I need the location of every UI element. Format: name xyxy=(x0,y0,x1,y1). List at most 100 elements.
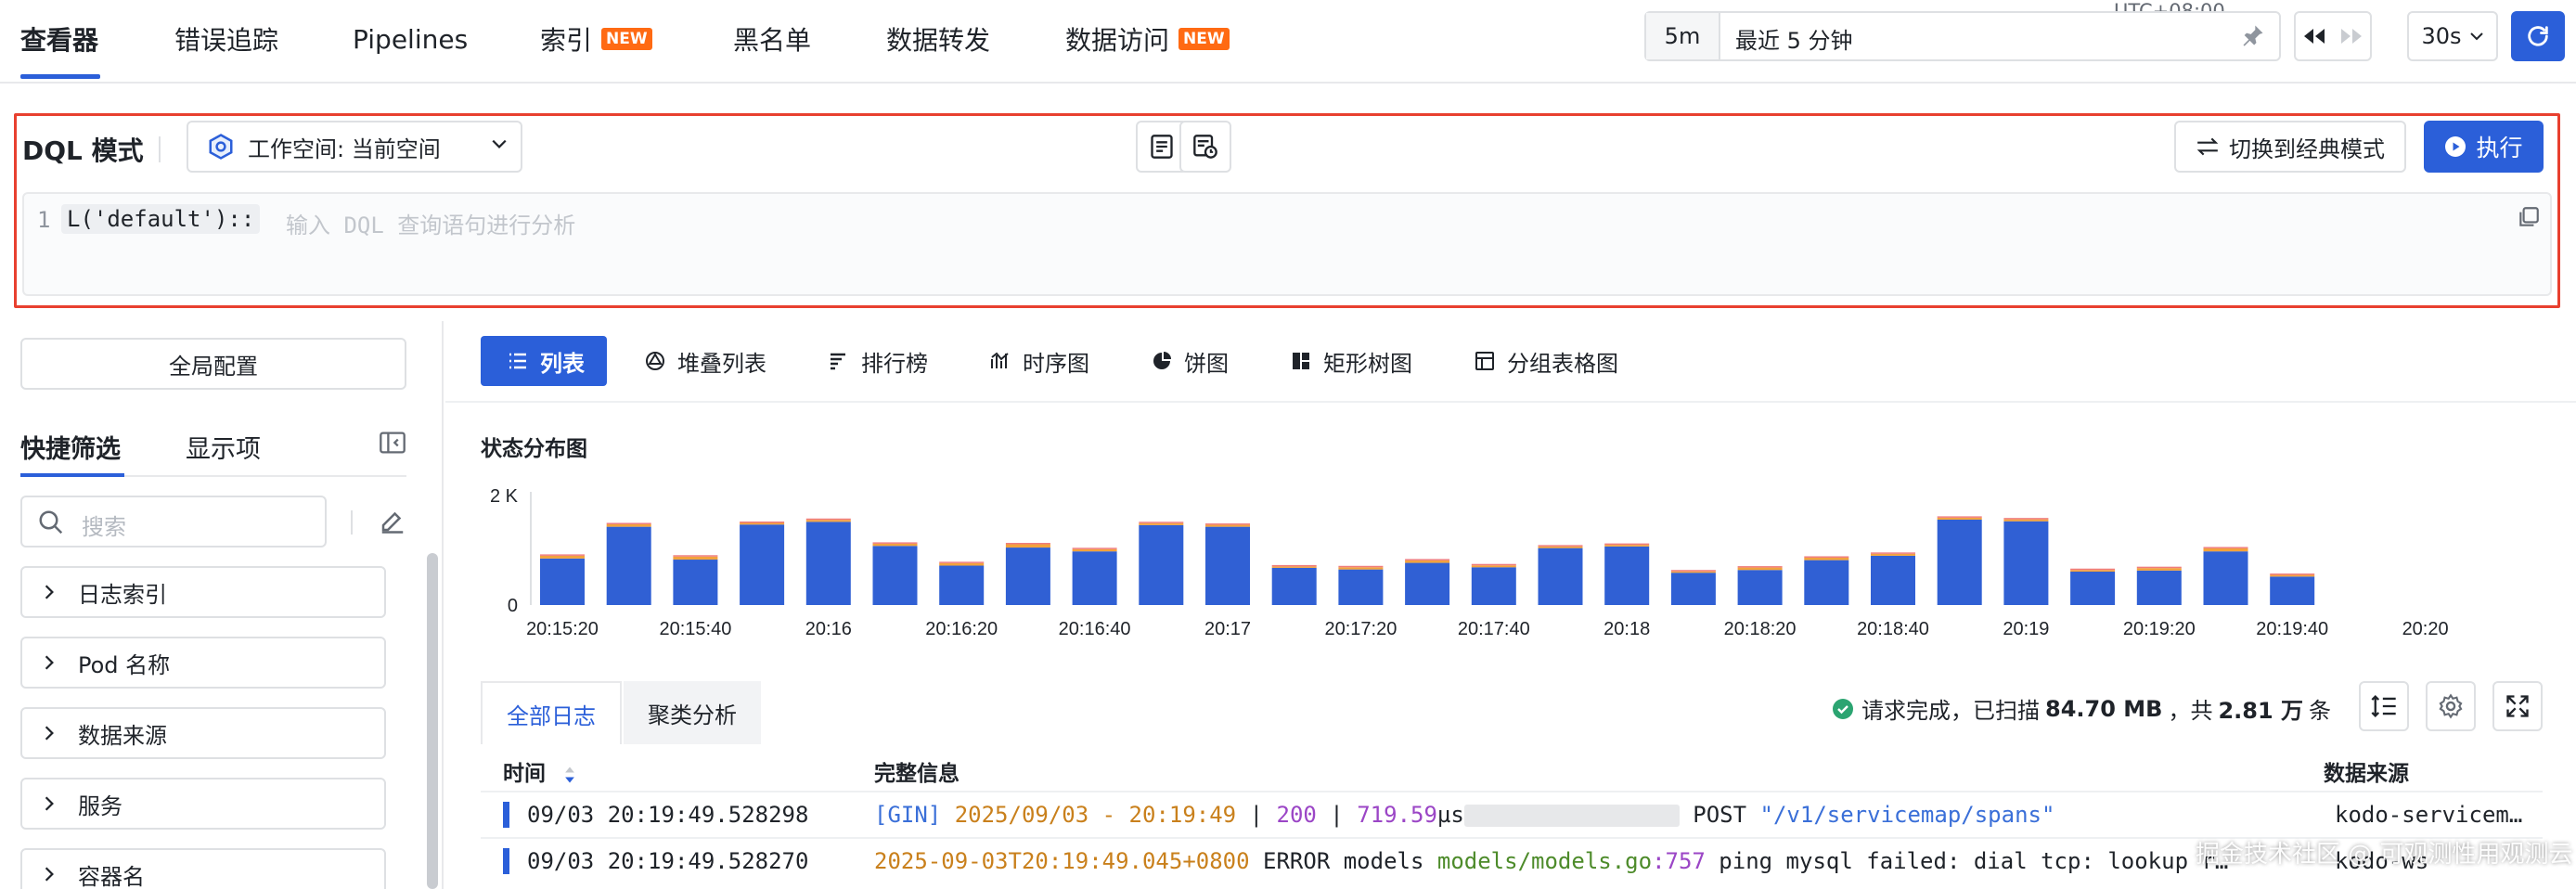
bar-info[interactable] xyxy=(740,524,785,605)
bar-info[interactable] xyxy=(2270,576,2315,605)
tab-display-fields[interactable]: 显示项 xyxy=(186,429,261,465)
time-range-picker[interactable]: 5m 最近 5 分钟 xyxy=(1644,11,2281,61)
bar-warning[interactable] xyxy=(606,523,651,527)
view-tab-rank[interactable]: 排行榜 xyxy=(828,336,928,386)
bar-warning[interactable] xyxy=(1471,565,1516,568)
col-header-time[interactable]: 时间 xyxy=(503,755,577,787)
time-range-text[interactable]: 最近 5 分钟 xyxy=(1735,22,1853,55)
bar-error[interactable] xyxy=(1604,543,1650,546)
bar-info[interactable] xyxy=(1271,567,1317,605)
bar-info[interactable] xyxy=(1072,551,1117,605)
facet-item[interactable]: 数据来源 xyxy=(20,707,386,759)
time-short-button[interactable]: 5m xyxy=(1646,13,1720,59)
bar-info[interactable] xyxy=(1871,555,1915,605)
bar-warning[interactable] xyxy=(673,556,718,560)
bar-info[interactable] xyxy=(2136,570,2182,605)
bar-warning[interactable] xyxy=(1604,545,1650,547)
bar-info[interactable] xyxy=(1471,567,1516,605)
bar-info[interactable] xyxy=(606,526,651,605)
bar-warning[interactable] xyxy=(2270,574,2315,577)
bar-error[interactable] xyxy=(1005,543,1050,545)
status-distribution-chart[interactable]: 2 K 0 20:15:20 20:15:40 20:16 20:16:20 20:16:4… xyxy=(464,473,2543,650)
bar-warning[interactable] xyxy=(2070,570,2116,573)
rewind-icon[interactable] xyxy=(2302,27,2326,45)
bar-warning[interactable] xyxy=(540,555,585,559)
bar-error[interactable] xyxy=(606,522,651,524)
bar-info[interactable] xyxy=(1670,573,1716,605)
col-header-source[interactable]: 数据来源 xyxy=(2324,755,2409,787)
bar-error[interactable] xyxy=(939,561,985,563)
bar-info[interactable] xyxy=(1139,524,1184,605)
settings-button[interactable] xyxy=(2426,681,2476,731)
bar-error[interactable] xyxy=(740,522,785,523)
bar-warning[interactable] xyxy=(872,543,918,547)
bar-warning[interactable] xyxy=(939,562,985,566)
tab-pipelines[interactable]: Pipelines xyxy=(353,20,468,58)
copy-icon[interactable] xyxy=(2517,205,2541,229)
bar-error[interactable] xyxy=(1405,559,1450,560)
bar-error[interactable] xyxy=(1871,552,1915,554)
bar-info[interactable] xyxy=(1737,570,1783,605)
tab-quick-filter[interactable]: 快捷筛选 xyxy=(20,429,121,465)
density-button[interactable] xyxy=(2359,681,2409,731)
facet-item[interactable]: 容器名 xyxy=(20,848,386,889)
bar-info[interactable] xyxy=(2203,551,2248,605)
view-tab-timeseries[interactable]: 时序图 xyxy=(989,336,1089,386)
bar-info[interactable] xyxy=(673,560,718,605)
bar-error[interactable] xyxy=(673,555,718,557)
bar-warning[interactable] xyxy=(1804,557,1849,560)
bar-info[interactable] xyxy=(1937,519,1982,605)
bar-error[interactable] xyxy=(1737,566,1783,568)
tab-blacklist[interactable]: 黑名单 xyxy=(733,20,811,58)
bar-info[interactable] xyxy=(1338,569,1384,605)
facet-search-input[interactable]: 搜索 xyxy=(20,496,327,548)
bar-info[interactable] xyxy=(540,558,585,605)
bar-error[interactable] xyxy=(2270,573,2315,575)
bar-error[interactable] xyxy=(805,518,851,521)
facet-item[interactable]: 服务 xyxy=(20,778,386,830)
tab-cluster-analysis[interactable]: 聚类分析 xyxy=(624,681,761,744)
bar-warning[interactable] xyxy=(1338,567,1384,570)
bar-info[interactable] xyxy=(939,565,985,605)
refresh-button[interactable] xyxy=(2511,11,2565,61)
bar-error[interactable] xyxy=(1804,556,1849,558)
bar-warning[interactable] xyxy=(1670,571,1716,573)
bar-warning[interactable] xyxy=(1139,522,1184,525)
bar-error[interactable] xyxy=(1471,563,1516,566)
bar-info[interactable] xyxy=(1804,560,1849,605)
view-tab-pie[interactable]: 饼图 xyxy=(1151,336,1229,386)
forward-icon[interactable] xyxy=(2339,27,2363,45)
bar-warning[interactable] xyxy=(1871,553,1915,556)
global-config-button[interactable]: 全局配置 xyxy=(20,338,406,390)
workspace-select[interactable]: 工作空间: 当前空间 xyxy=(187,121,522,173)
bar-error[interactable] xyxy=(2203,547,2248,548)
bar-info[interactable] xyxy=(1538,548,1583,605)
log-message[interactable]: 2025-09-03T20:19:49.045+0800 ERROR model… xyxy=(874,848,2228,874)
bar-warning[interactable] xyxy=(1072,548,1117,552)
bar-info[interactable] xyxy=(1405,562,1450,605)
bar-info[interactable] xyxy=(805,522,851,605)
view-tab-table[interactable]: 分组表格图 xyxy=(1474,336,1618,386)
view-tab-treemap[interactable]: 矩形树图 xyxy=(1290,336,1412,386)
run-button[interactable]: 执行 xyxy=(2424,121,2544,173)
view-tab-stack[interactable]: 堆叠列表 xyxy=(644,336,766,386)
bar-error[interactable] xyxy=(1271,564,1317,567)
bar-warning[interactable] xyxy=(740,522,785,525)
bar-error[interactable] xyxy=(1205,523,1250,525)
bar-error[interactable] xyxy=(1139,522,1184,523)
bar-warning[interactable] xyxy=(805,520,851,522)
bar-warning[interactable] xyxy=(1538,546,1583,548)
history-button[interactable] xyxy=(1179,121,1231,173)
facet-item[interactable]: Pod 名称 xyxy=(20,637,386,689)
view-tab-list[interactable]: 列表 xyxy=(481,336,607,386)
bar-warning[interactable] xyxy=(1405,560,1450,563)
tab-viewer[interactable]: 查看器 xyxy=(20,20,98,58)
bar-error[interactable] xyxy=(540,554,585,556)
bar-info[interactable] xyxy=(2070,572,2116,605)
switch-classic-button[interactable]: 切换到经典模式 xyxy=(2174,121,2406,173)
collapse-sidebar-icon[interactable] xyxy=(379,431,406,455)
edit-icon[interactable] xyxy=(379,507,406,535)
bar-error[interactable] xyxy=(2003,518,2049,520)
bar-error[interactable] xyxy=(1538,545,1583,547)
bar-error[interactable] xyxy=(1338,565,1384,568)
